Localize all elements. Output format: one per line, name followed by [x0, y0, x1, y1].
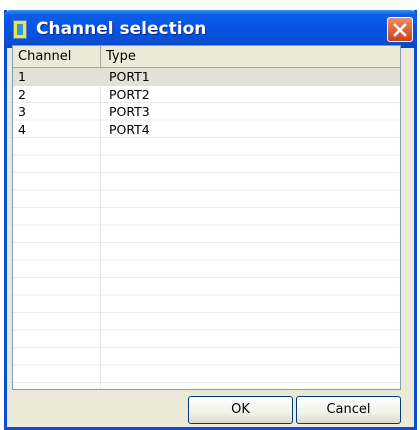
channel-cell: 2: [18, 86, 26, 102]
channel-list[interactable]: Channel Type 1 PORT1 2 PORT2 3 PORT3 4 PORT4: [12, 45, 401, 390]
list-row[interactable]: 4 PORT4: [13, 121, 400, 139]
close-button[interactable]: [387, 17, 413, 42]
app-icon: [13, 20, 27, 39]
ok-button[interactable]: OK: [188, 396, 293, 424]
close-icon: [393, 22, 407, 37]
column-header-type[interactable]: Type: [101, 46, 400, 67]
type-cell: PORT4: [109, 121, 150, 137]
list-header: Channel Type: [13, 46, 400, 68]
channel-cell: 3: [18, 104, 26, 119]
column-header-channel[interactable]: Channel: [13, 46, 101, 67]
list-row[interactable]: 3 PORT3: [13, 103, 400, 121]
title-bar[interactable]: Channel selection: [4, 10, 417, 48]
list-row[interactable]: 2 PORT2: [13, 86, 400, 104]
list-row[interactable]: 1 PORT1: [13, 68, 400, 86]
type-cell: PORT1: [109, 69, 150, 84]
channel-cell: 4: [18, 121, 26, 137]
channel-cell: 1: [18, 69, 26, 84]
type-cell: PORT3: [109, 104, 150, 119]
cancel-button[interactable]: Cancel: [296, 396, 401, 424]
list-rows: 1 PORT1 2 PORT2 3 PORT3 4 PORT4: [13, 68, 400, 138]
type-cell: PORT2: [109, 86, 150, 102]
window-title: Channel selection: [36, 19, 207, 39]
